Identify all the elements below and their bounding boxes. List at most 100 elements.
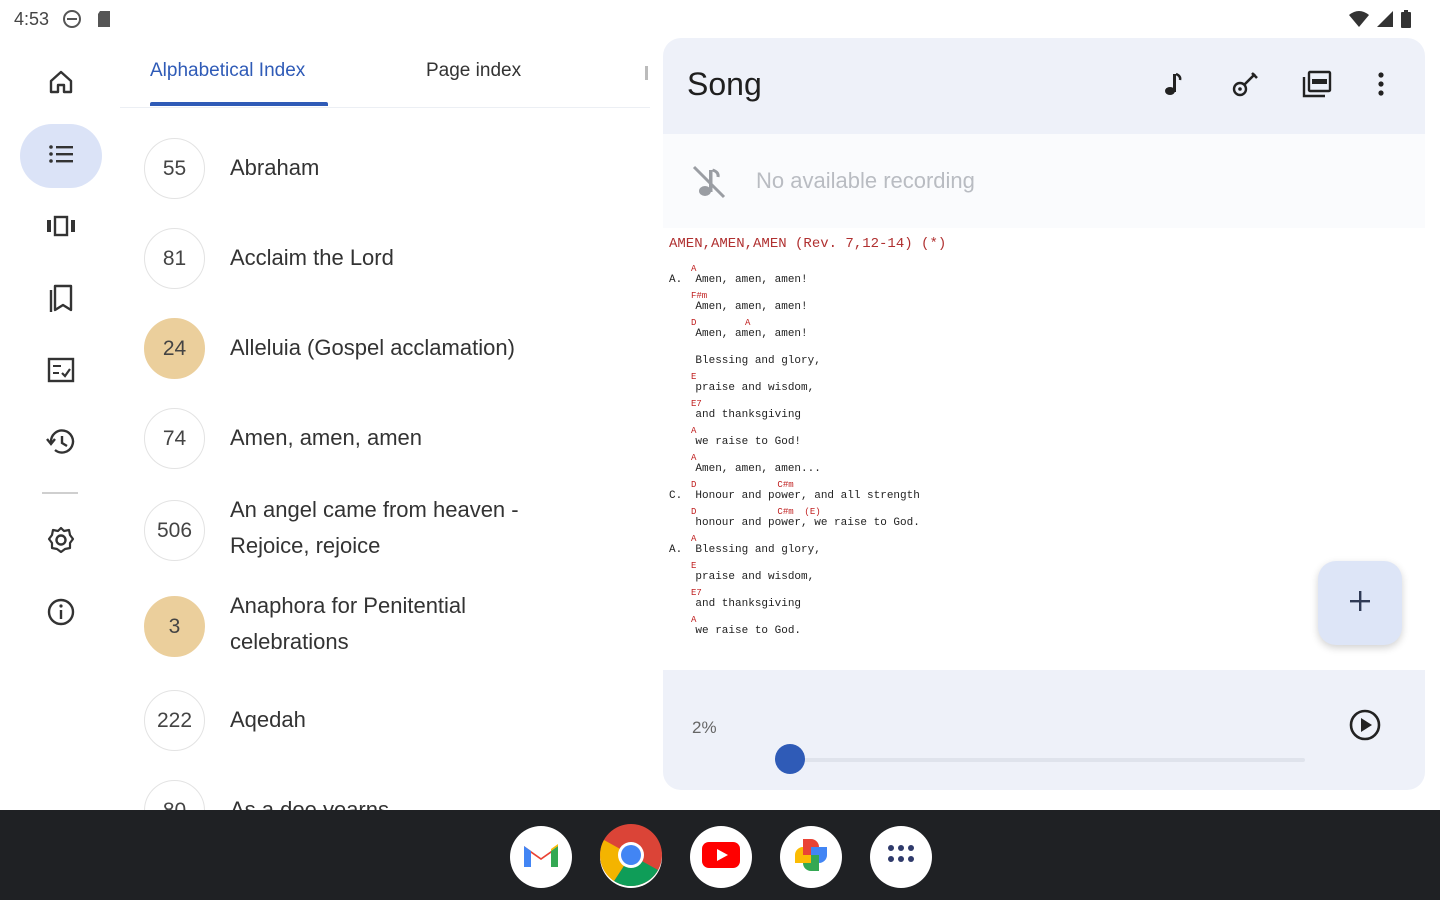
chrome-icon — [600, 823, 662, 891]
history-nav-button[interactable] — [20, 412, 102, 476]
song-number-badge: 74 — [144, 408, 205, 469]
lyric-line: Amen, amen, amen... — [669, 463, 821, 475]
battery-icon — [1400, 9, 1412, 34]
no-recording-text: No available recording — [756, 168, 975, 193]
tab-page-index[interactable]: Page index — [426, 60, 521, 82]
song-list-item[interactable]: 74 Amen, amen, amen — [144, 408, 644, 469]
play-circle-icon — [1348, 708, 1382, 747]
app-drawer-button[interactable] — [870, 826, 932, 888]
song-list-panel: Alphabetical Index Page index 55 Abraham… — [120, 38, 650, 810]
song-number-badge: 222 — [144, 690, 205, 751]
playback-slider[interactable] — [774, 744, 1305, 774]
carousel-nav-button[interactable] — [20, 196, 102, 260]
chord-line: D C#m — [691, 480, 794, 490]
sheet-music: AMEN,AMEN,AMEN (Rev. 7,12-14) (*) A A. Am… — [663, 228, 1425, 670]
guitar-icon — [1230, 69, 1260, 104]
lyric-line: and thanksgiving — [669, 598, 802, 610]
song-list-item[interactable]: 506 An angel came from heaven - Rejoice,… — [144, 497, 644, 561]
song-list-item[interactable]: 222 Aqedah — [144, 690, 644, 751]
song-list-nav-button[interactable] — [20, 124, 102, 188]
home-nav-button[interactable] — [20, 52, 102, 116]
play-button[interactable] — [1345, 707, 1385, 747]
song-number-badge: 3 — [144, 596, 205, 657]
song-list-item[interactable]: 81 Acclaim the Lord — [144, 228, 644, 289]
list-icon — [46, 139, 76, 174]
bookmarks-nav-button[interactable] — [20, 268, 102, 332]
song-title-line-2: Rejoice, rejoice — [230, 533, 381, 558]
rail-divider — [42, 492, 78, 494]
music-note-button[interactable] — [1153, 66, 1193, 106]
lyric-line: we raise to God. — [669, 625, 802, 637]
youtube-app[interactable] — [690, 826, 752, 888]
taskbar — [0, 810, 1440, 900]
song-panel-title: Song — [687, 66, 762, 102]
chord-line: F#m — [691, 291, 708, 301]
chord-line: D C#m (E) — [691, 507, 821, 517]
info-nav-button[interactable] — [20, 582, 102, 646]
pdf-icon — [1301, 69, 1333, 104]
plus-icon — [1348, 589, 1372, 618]
lyric-line: praise and wisdom, — [669, 571, 815, 583]
chord-line: A — [691, 264, 697, 274]
status-time: 4:53 — [14, 9, 50, 29]
vpn-icon — [62, 9, 82, 34]
song-list-item[interactable]: 80 As a doe yearns — [144, 780, 644, 810]
chord-line: A — [691, 534, 697, 544]
lyric-line: we raise to God! — [669, 436, 802, 448]
song-title: Aqedah — [230, 707, 306, 732]
photos-pinwheel-icon — [791, 835, 831, 880]
gmail-icon — [521, 840, 561, 875]
chord-line: E — [691, 372, 697, 382]
chord-line: E — [691, 561, 697, 571]
tabs-scroll-indicator — [645, 66, 648, 80]
slider-thumb[interactable] — [774, 744, 805, 774]
song-detail-card: Song No available recording AMEN,AMEN,AM… — [663, 38, 1425, 790]
apps-grid-icon — [886, 843, 916, 872]
index-tabs: Alphabetical Index Page index — [120, 38, 650, 108]
photos-app[interactable] — [780, 826, 842, 888]
active-tab-indicator — [150, 102, 328, 106]
guitar-chords-button[interactable] — [1225, 66, 1265, 106]
song-title: As a doe yearns — [230, 797, 389, 810]
chord-line: E7 — [691, 399, 702, 409]
lyric-line: and thanksgiving — [669, 409, 802, 421]
chord-line: E7 — [691, 588, 702, 598]
tab-alphabetical-index[interactable]: Alphabetical Index — [150, 60, 305, 82]
playback-bar: 2% — [663, 670, 1425, 790]
lyric-line: Amen, amen, amen! — [669, 301, 808, 313]
lyric-line: A. Blessing and glory, — [669, 544, 821, 556]
chrome-app[interactable] — [600, 823, 662, 891]
sheet-title: AMEN,AMEN,AMEN (Rev. 7,12-14) (*) — [669, 236, 947, 252]
gear-icon — [46, 525, 76, 560]
view-carousel-icon — [45, 211, 77, 246]
lyric-line: C. Honour and power, and all strength — [669, 490, 920, 502]
recording-area: No available recording — [663, 134, 1425, 228]
song-number-badge: 81 — [144, 228, 205, 289]
checklist-nav-button[interactable] — [20, 340, 102, 404]
chord-line: A — [691, 615, 697, 625]
song-title: Abraham — [230, 155, 320, 180]
add-button[interactable] — [1318, 561, 1402, 645]
lyric-line: Blessing and glory, — [669, 355, 821, 367]
chord-line: A — [691, 453, 697, 463]
song-title: Acclaim the Lord — [230, 245, 394, 270]
music-off-icon — [689, 162, 729, 207]
more-options-button[interactable] — [1361, 66, 1401, 106]
bookmarks-icon — [46, 282, 76, 319]
song-header: Song — [663, 38, 1425, 134]
song-list-item[interactable]: 55 Abraham — [144, 138, 644, 199]
song-title-line-2: celebrations — [230, 629, 349, 654]
song-list-item[interactable]: 3 Anaphora for Penitential celebrations — [144, 593, 644, 657]
song-number-badge: 80 — [144, 780, 205, 810]
navigation-rail — [0, 38, 120, 810]
cell-signal-icon — [1376, 9, 1394, 34]
pdf-button[interactable] — [1297, 66, 1337, 106]
song-title: Amen, amen, amen — [230, 425, 422, 450]
gmail-app[interactable] — [510, 826, 572, 888]
playback-percent: 2% — [692, 718, 717, 737]
lyric-line: A. Amen, amen, amen! — [669, 274, 808, 286]
settings-nav-button[interactable] — [20, 510, 102, 574]
music-note-icon — [1159, 70, 1187, 103]
song-list-item[interactable]: 24 Alleluia (Gospel acclamation) — [144, 318, 644, 379]
youtube-icon — [701, 841, 741, 874]
